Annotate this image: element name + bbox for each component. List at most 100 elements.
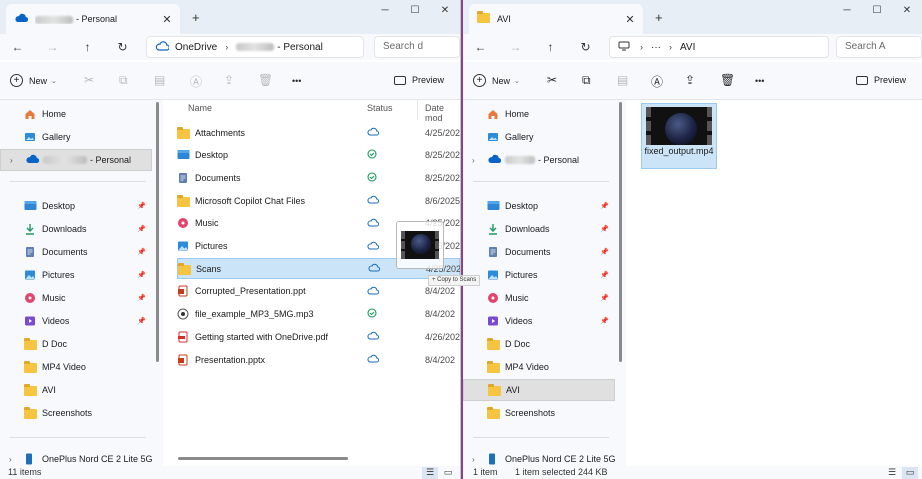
sidebar-item-screenshots[interactable]: Screenshots	[463, 402, 615, 424]
tiles-view-button[interactable]: ▭	[902, 467, 918, 479]
new-button[interactable]: + New ⌄	[473, 74, 520, 87]
vertical-scrollbar[interactable]	[619, 102, 622, 362]
file-row[interactable]: Desktop 8/25/202	[177, 145, 460, 166]
sidebar-item-mp4-video[interactable]: MP4 Video	[463, 356, 615, 378]
tab-avi[interactable]: AVI ✕	[469, 4, 643, 34]
share-icon[interactable]: ⇪	[224, 73, 234, 87]
back-button[interactable]: ←	[0, 40, 35, 54]
pin-icon[interactable]: 📌	[600, 294, 609, 302]
vertical-scrollbar[interactable]	[156, 102, 159, 362]
more-options-button[interactable]: •••	[755, 76, 764, 86]
breadcrumb-onedrive[interactable]: OneDrive	[175, 42, 217, 53]
more-options-button[interactable]: •••	[292, 76, 301, 86]
sidebar-item-downloads[interactable]: Downloads 📌	[0, 218, 152, 240]
copy-icon[interactable]: ⧉	[582, 73, 591, 88]
breadcrumb-overflow-button[interactable]: ···	[651, 42, 661, 53]
maximize-button[interactable]: ☐	[400, 2, 430, 20]
file-row[interactable]: file_example_MP3_5MG.mp3 8/4/202	[177, 304, 460, 325]
sidebar-item-desktop[interactable]: Desktop 📌	[0, 195, 152, 217]
new-tab-button[interactable]: +	[192, 10, 200, 25]
tiles-view-button[interactable]: ▭	[440, 467, 456, 479]
file-row[interactable]: Getting started with OneDrive.pdf 4/26/20…	[177, 326, 460, 347]
sidebar-item-d-doc[interactable]: D Doc	[463, 333, 615, 355]
close-tab-icon[interactable]: ✕	[623, 13, 637, 26]
new-tab-button[interactable]: +	[655, 10, 663, 25]
preview-button[interactable]: Preview	[855, 75, 906, 85]
pin-icon[interactable]: 📌	[600, 248, 609, 256]
refresh-button[interactable]: ↻	[105, 40, 140, 54]
file-row[interactable]: Attachments 4/25/202	[177, 122, 460, 143]
breadcrumb-personal[interactable]: - Personal	[277, 42, 323, 53]
sidebar-item-pictures[interactable]: Pictures 📌	[0, 264, 152, 286]
breadcrumb-avi[interactable]: AVI	[680, 42, 695, 53]
file-row[interactable]: Microsoft Copilot Chat Files 8/6/2025	[177, 190, 460, 211]
pin-icon[interactable]: 📌	[137, 202, 146, 210]
sidebar-item-device[interactable]: › OnePlus Nord CE 2 Lite 5G	[463, 448, 616, 466]
pin-icon[interactable]: 📌	[600, 202, 609, 210]
pin-icon[interactable]: 📌	[600, 225, 609, 233]
column-divider[interactable]	[417, 100, 418, 120]
sidebar-item-home[interactable]: Home	[0, 103, 152, 125]
refresh-button[interactable]: ↻	[568, 40, 603, 54]
rename-icon[interactable]: Ⓐ	[651, 73, 663, 90]
delete-icon[interactable]: 🗑	[720, 73, 735, 87]
maximize-button[interactable]: ☐	[862, 2, 892, 20]
back-button[interactable]: ←	[463, 40, 498, 54]
cut-icon[interactable]: ✂	[547, 73, 557, 87]
pin-icon[interactable]: 📌	[600, 317, 609, 325]
forward-button[interactable]: →	[35, 40, 70, 54]
delete-icon[interactable]: 🗑	[258, 73, 273, 87]
column-header-date-modified[interactable]: Date mod	[425, 103, 460, 123]
details-view-button[interactable]: ☰	[884, 467, 900, 479]
up-button[interactable]: ↑	[70, 40, 105, 54]
preview-button[interactable]: Preview	[393, 75, 444, 85]
address-bar[interactable]: › ··· › AVI	[609, 36, 829, 58]
sidebar-item-videos[interactable]: Videos 📌	[0, 310, 152, 332]
tab-onedrive-personal[interactable]: - Personal ✕	[6, 4, 180, 34]
sidebar-item-device[interactable]: › OnePlus Nord CE 2 Lite 5G	[0, 448, 153, 466]
sidebar-item-screenshots[interactable]: Screenshots	[0, 402, 152, 424]
share-icon[interactable]: ⇪	[685, 73, 695, 87]
sidebar-item-documents[interactable]: Documents 📌	[463, 241, 615, 263]
close-tab-icon[interactable]: ✕	[160, 13, 174, 26]
column-header-name[interactable]: Name	[188, 103, 212, 113]
up-button[interactable]: ↑	[533, 40, 568, 54]
search-input[interactable]: Search A	[836, 36, 922, 58]
sidebar-item-d-doc[interactable]: D Doc	[0, 333, 152, 355]
sidebar-item-pictures[interactable]: Pictures 📌	[463, 264, 615, 286]
paste-icon[interactable]: ▤	[617, 73, 628, 87]
search-input[interactable]: Search d	[374, 36, 460, 58]
sidebar-item-mp4-video[interactable]: MP4 Video	[0, 356, 152, 378]
chevron-right-icon[interactable]: ›	[10, 156, 13, 165]
pin-icon[interactable]: 📌	[137, 225, 146, 233]
pin-icon[interactable]: 📌	[137, 317, 146, 325]
sidebar-item-personal[interactable]: › - Personal	[463, 149, 615, 171]
file-row[interactable]: Documents 8/25/202	[177, 167, 460, 188]
sidebar-item-documents[interactable]: Documents 📌	[0, 241, 152, 263]
pin-icon[interactable]: 📌	[137, 271, 146, 279]
sidebar-item-downloads[interactable]: Downloads 📌	[463, 218, 615, 240]
close-window-button[interactable]: ✕	[430, 2, 460, 20]
file-row[interactable]: Corrupted_Presentation.ppt 8/4/202	[177, 281, 460, 302]
minimize-button[interactable]: ─	[832, 2, 862, 20]
sidebar-item-music[interactable]: Music 📌	[463, 287, 615, 309]
sidebar-item-desktop[interactable]: Desktop 📌	[463, 195, 615, 217]
column-header-status[interactable]: Status	[367, 103, 393, 113]
copy-icon[interactable]: ⧉	[119, 73, 128, 88]
pin-icon[interactable]: 📌	[137, 248, 146, 256]
paste-icon[interactable]: ▤	[154, 73, 165, 87]
chevron-right-icon[interactable]: ›	[9, 455, 12, 464]
forward-button[interactable]: →	[498, 40, 533, 54]
rename-icon[interactable]: Ⓐ	[190, 73, 202, 90]
file-row[interactable]: Presentation.pptx 8/4/202	[177, 349, 460, 370]
pin-icon[interactable]: 📌	[600, 271, 609, 279]
file-tile-selected[interactable]: fixed_output.mp4	[641, 103, 717, 169]
cut-icon[interactable]: ✂	[84, 73, 94, 87]
sidebar-item-home[interactable]: Home	[463, 103, 615, 125]
chevron-right-icon[interactable]: ›	[472, 455, 475, 464]
details-view-button[interactable]: ☰	[422, 467, 438, 479]
horizontal-scrollbar[interactable]	[178, 457, 348, 460]
sidebar-item-gallery[interactable]: Gallery	[0, 126, 152, 148]
sidebar-item-gallery[interactable]: Gallery	[463, 126, 615, 148]
sidebar-item-videos[interactable]: Videos 📌	[463, 310, 615, 332]
